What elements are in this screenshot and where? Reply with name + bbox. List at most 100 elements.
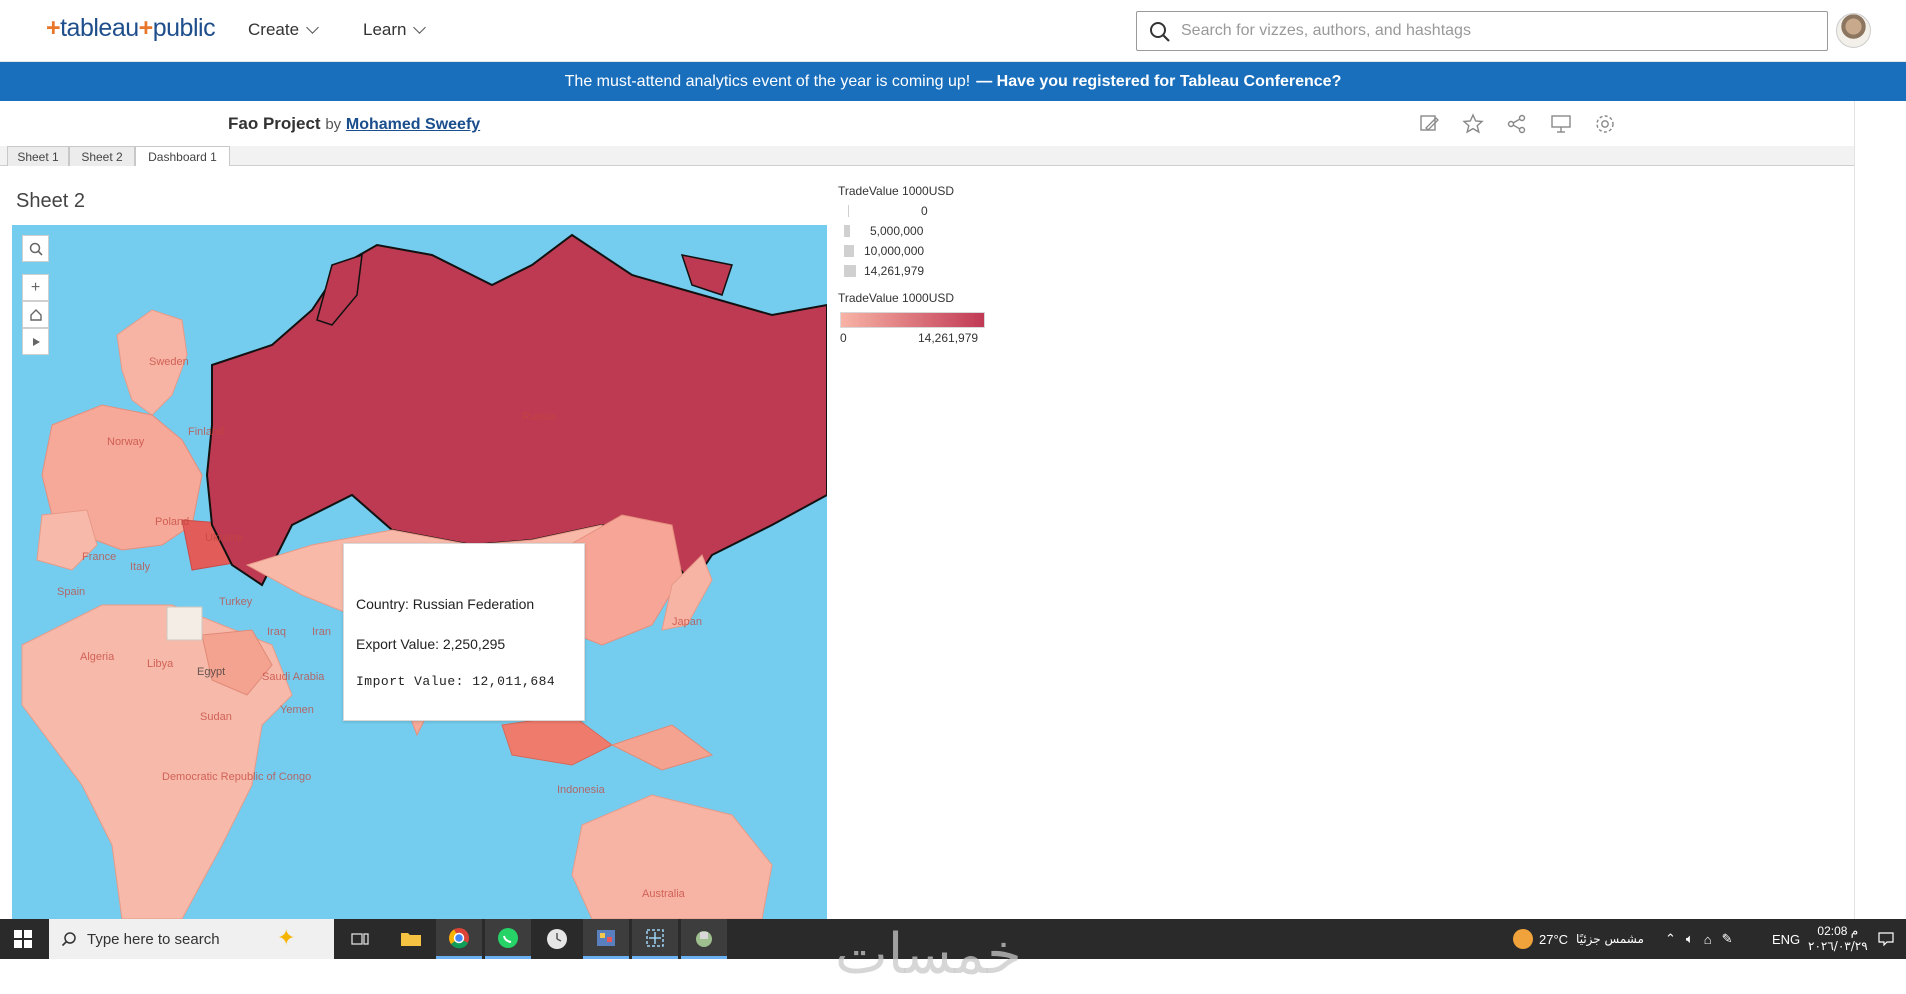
sparkle-icon: ✦ — [277, 925, 296, 950]
clock-date: ٢٠٢٦/٠٣/٢٩ — [1808, 939, 1868, 953]
size-legend-item[interactable]: 10,000,000 — [844, 244, 924, 258]
tooltip-country: Country: Russian Federation — [356, 596, 535, 612]
size-legend-item[interactable]: 14,261,979 — [844, 264, 924, 278]
by-label: by — [325, 116, 342, 133]
whatsapp-button[interactable] — [485, 919, 531, 959]
tableau-public-logo[interactable]: +tableau+public — [46, 14, 216, 43]
map-label-libya: Libya — [147, 658, 174, 670]
pen-icon[interactable]: ✎ — [1722, 931, 1733, 947]
logo-plus: + — [46, 14, 61, 42]
map-label-poland: Poland — [155, 516, 189, 528]
app-icon — [696, 930, 712, 947]
snip-icon — [646, 928, 664, 947]
map-label-dr-congo: Democratic Republic of Congo — [162, 771, 311, 783]
paint-app-button[interactable] — [583, 919, 629, 959]
language-indicator[interactable]: ENG — [1772, 919, 1800, 959]
map-label-spain: Spain — [57, 586, 85, 598]
color-legend-title: TradeValue 1000USD — [838, 291, 954, 305]
size-mark — [844, 225, 850, 237]
notifications-button[interactable] — [1878, 919, 1894, 959]
app-button[interactable] — [681, 919, 727, 959]
top-navbar: +tableau+public Create Learn — [0, 0, 1906, 62]
map-label-yemen: Yemen — [280, 704, 314, 716]
chevron-down-icon — [306, 21, 319, 34]
size-mark — [844, 245, 854, 257]
settings-gear-icon[interactable] — [1594, 113, 1616, 135]
size-mark — [848, 205, 849, 217]
size-legend-label: 14,261,979 — [864, 264, 925, 278]
map-label-russia: Russia — [522, 411, 557, 423]
chrome-button[interactable] — [436, 919, 482, 959]
project-name: Fao Project — [228, 114, 321, 133]
color-legend-min: 0 — [840, 331, 847, 345]
map-label-japan: Japan — [672, 616, 702, 628]
banner-text: The must-attend analytics event of the y… — [564, 72, 971, 90]
banner-link[interactable]: — Have you registered for Tableau Confer… — [976, 73, 1341, 91]
search-box — [1136, 11, 1828, 51]
map-search-button[interactable] — [22, 235, 49, 262]
map-label-sudan: Sudan — [200, 711, 232, 723]
expand-toolbar-button[interactable] — [22, 328, 49, 355]
map-label-italy: Italy — [130, 561, 151, 573]
size-legend-label: 10,000,000 — [864, 244, 925, 258]
learn-menu-label: Learn — [363, 20, 407, 39]
clock-icon — [547, 929, 567, 949]
file-explorer-button[interactable] — [388, 919, 434, 959]
edit-viz-icon[interactable] — [1418, 113, 1440, 135]
map-label-algeria: Algeria — [80, 651, 115, 663]
language-text: ENG — [1772, 931, 1801, 947]
color-legend-title-text: TradeValue 1000USD — [838, 291, 955, 305]
weather-desc: مشمس جزئيًا — [1576, 932, 1644, 946]
watermark-text: خمسات — [835, 922, 1022, 987]
logo-plus-2: + — [138, 14, 154, 42]
size-legend-item[interactable]: 0 — [848, 204, 928, 218]
zoom-in-button[interactable]: + — [22, 274, 49, 301]
clock-app-button[interactable] — [534, 919, 580, 959]
sheet-title: Sheet 2 — [16, 190, 85, 212]
map-label-indonesia: Indonesia — [557, 784, 606, 796]
size-mark — [844, 265, 856, 277]
tooltip-import-value: Import Value: 12,011,684 — [356, 674, 556, 689]
presentation-icon[interactable] — [1550, 113, 1572, 135]
home-icon — [29, 308, 42, 321]
tab-dashboard-1[interactable]: Dashboard 1 — [135, 146, 230, 166]
learn-menu[interactable]: Learn — [363, 20, 427, 40]
weather-temp: 27°C — [1539, 931, 1569, 947]
tab-sheet-1[interactable]: Sheet 1 — [7, 146, 69, 166]
clock-time: 02:08 م — [1817, 924, 1859, 938]
system-tray: ⌃ 🔈︎ ⌂ ✎ — [1665, 919, 1732, 959]
color-legend-ramp[interactable] — [840, 312, 985, 328]
taskbar-search-box[interactable]: Type here to search ✦ — [49, 919, 334, 959]
clock[interactable]: 02:08 م ٢٠٢٦/٠٣/٢٩ — [1808, 919, 1868, 959]
color-legend-max-text: 14,261,979 — [918, 331, 979, 345]
map-label-australia: Australia — [642, 888, 686, 900]
volume-icon[interactable]: 🔈︎ — [1686, 931, 1694, 947]
viz-header: Fao Project by Mohamed Sweefy — [0, 101, 1854, 146]
search-icon — [29, 242, 43, 256]
weather-widget[interactable]: 27°C مشمس جزئيًا — [1513, 919, 1644, 959]
size-legend-title: TradeValue 1000USD — [838, 184, 954, 198]
user-avatar[interactable] — [1836, 13, 1871, 48]
zoom-home-button[interactable] — [22, 301, 49, 328]
map-label-iraq: Iraq — [267, 626, 286, 638]
chevron-up-icon[interactable]: ⌃ — [1665, 931, 1676, 947]
search-input[interactable] — [1181, 12, 1811, 50]
share-icon[interactable] — [1506, 113, 1528, 135]
favorite-star-icon[interactable] — [1462, 113, 1484, 135]
map-label-sweden: Sweden — [149, 356, 189, 368]
size-legend-label: 5,000,000 — [870, 224, 924, 238]
task-view-button[interactable] — [337, 919, 383, 959]
tab-sheet-2[interactable]: Sheet 2 — [69, 146, 135, 166]
size-legend-item[interactable]: 5,000,000 — [844, 224, 923, 238]
start-button[interactable] — [0, 919, 46, 959]
conference-banner: The must-attend analytics event of the y… — [0, 62, 1906, 101]
lightbulb-icon[interactable] — [1872, 74, 1885, 89]
color-legend-min-text: 0 — [840, 331, 847, 345]
create-menu[interactable]: Create — [248, 20, 319, 40]
task-view-icon — [351, 933, 369, 945]
snipping-tool-button[interactable] — [632, 919, 678, 959]
author-link[interactable]: Mohamed Sweefy — [346, 116, 480, 133]
map-toolbar: + — [22, 235, 50, 355]
network-icon[interactable]: ⌂ — [1704, 932, 1712, 947]
map-label-egypt: Egypt — [197, 666, 225, 678]
